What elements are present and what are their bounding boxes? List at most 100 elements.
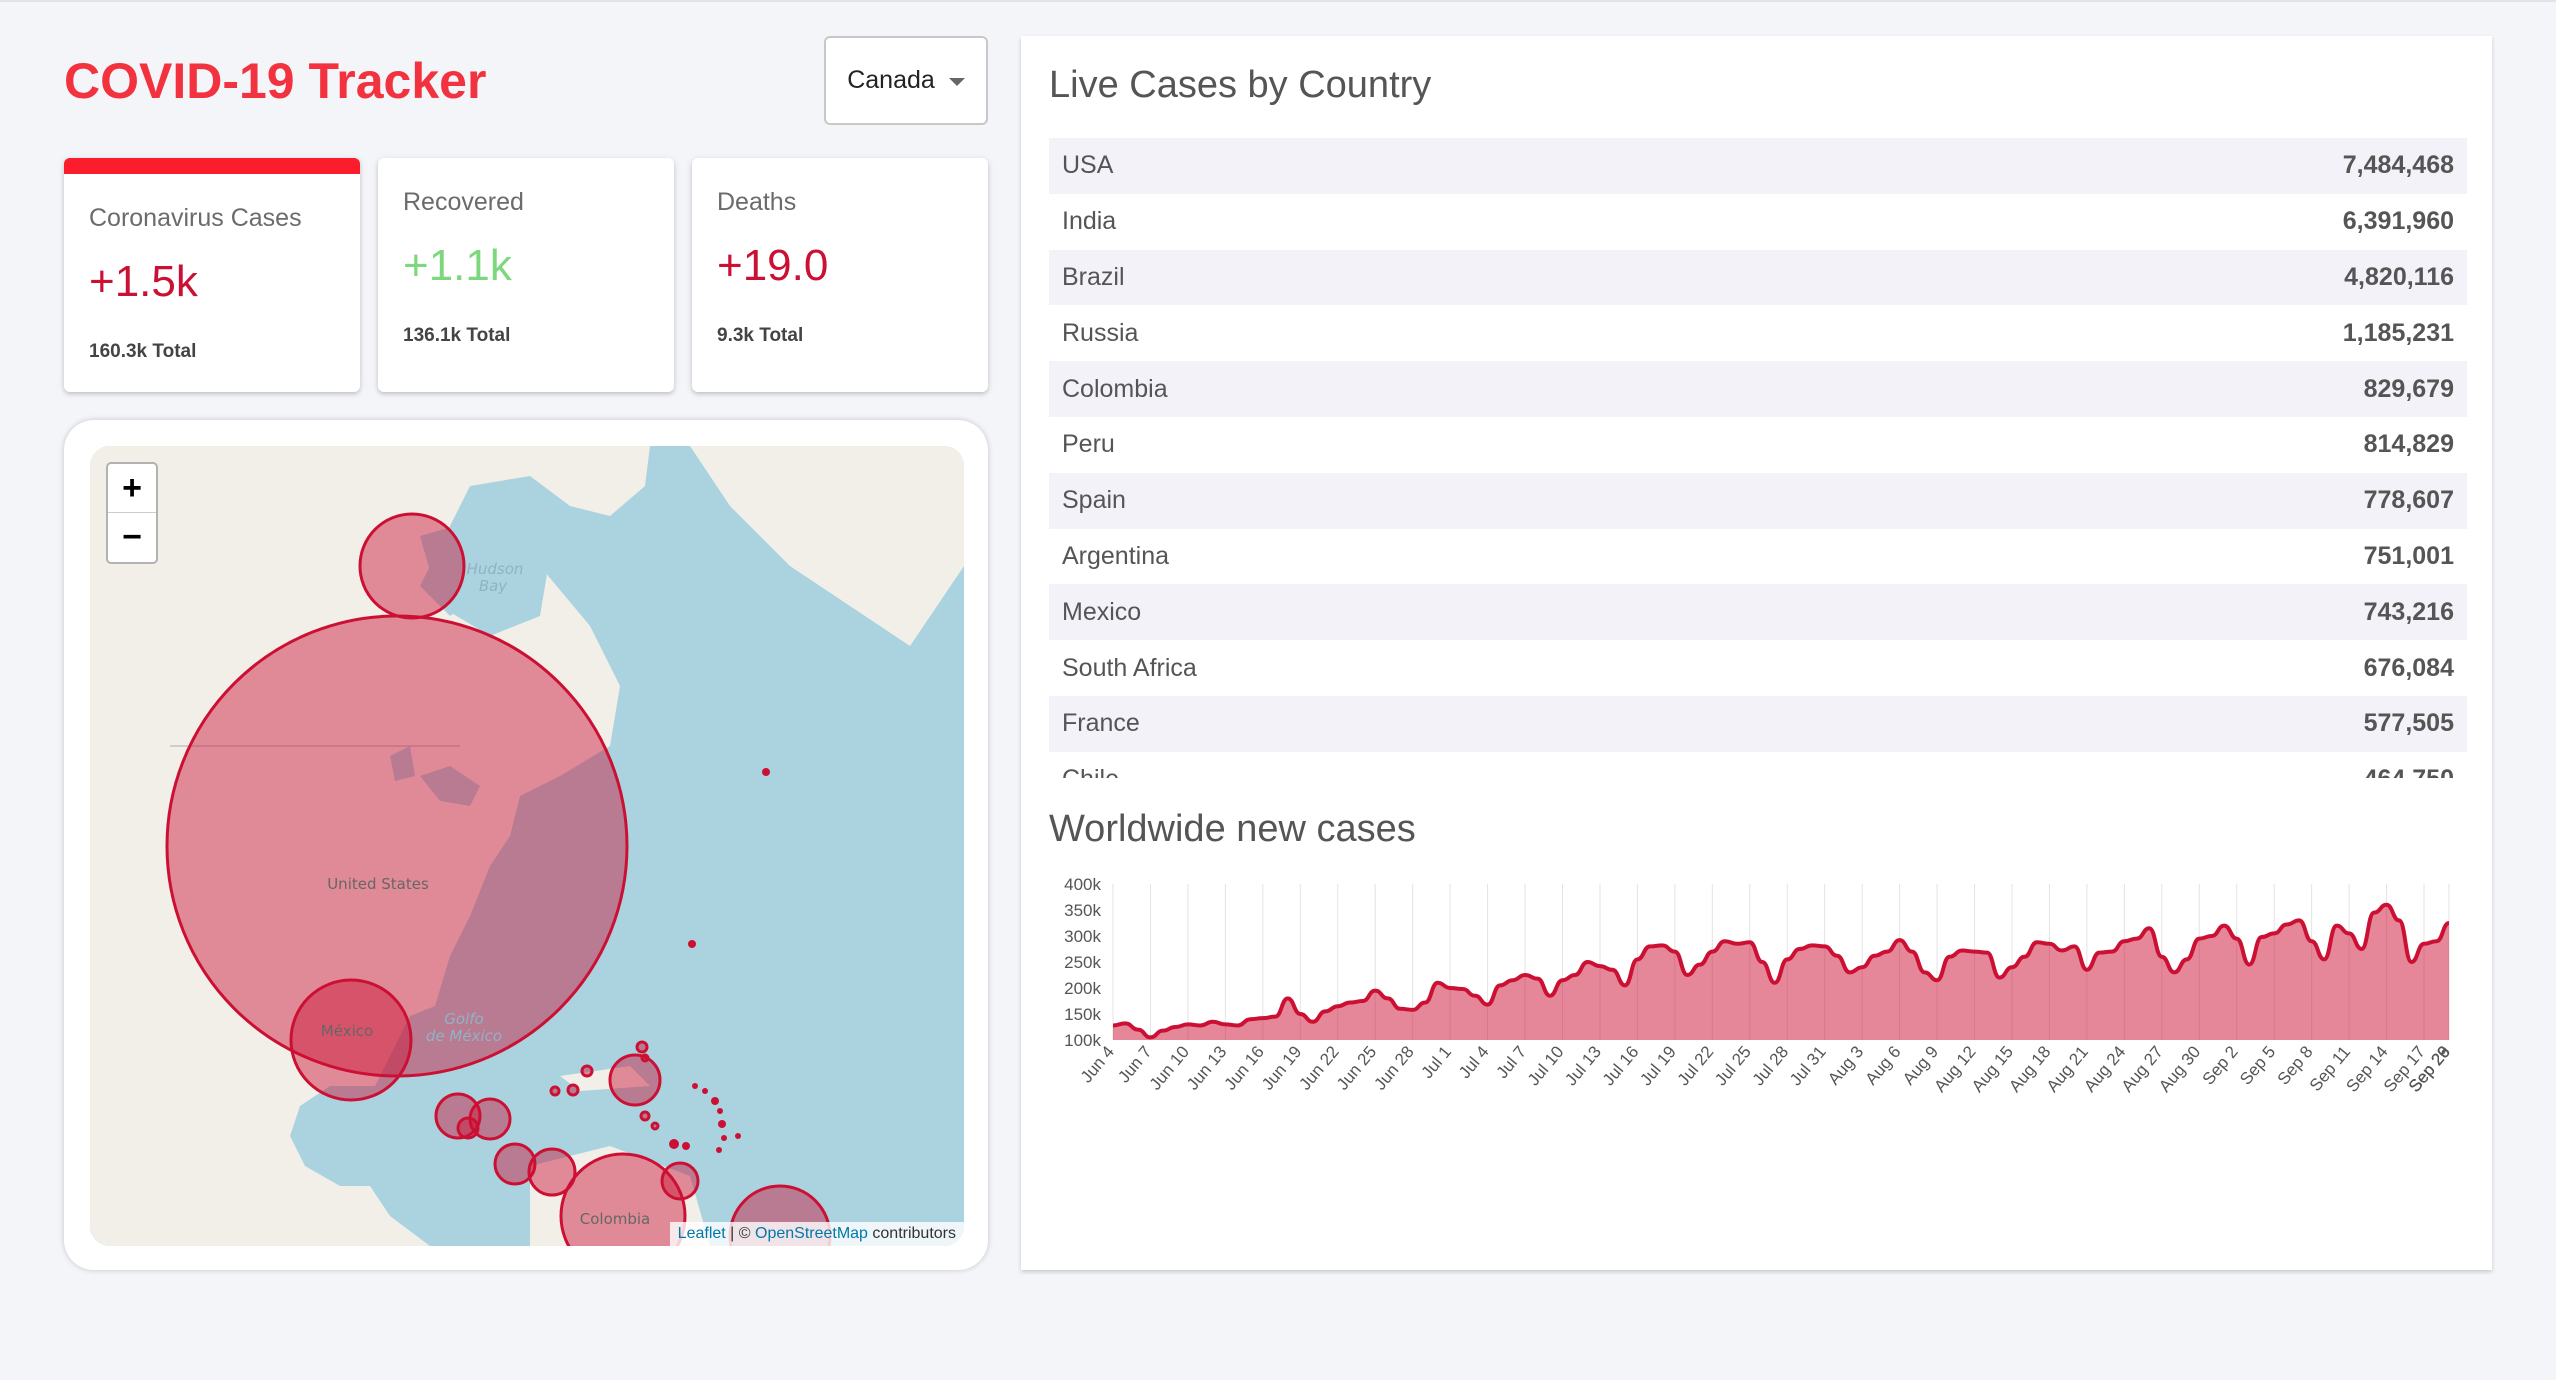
row-cases: 7,484,468 <box>2342 151 2454 180</box>
zoom-in-button[interactable]: + <box>108 464 156 513</box>
new-cases-chart: 100k 150k 200k 250k 300k 350k 400k Jun 4 Jun 7 Ju… <box>1049 866 2469 1126</box>
chevron-down-icon <box>948 77 965 86</box>
row-cases: 4,820,116 <box>2344 262 2454 291</box>
row-country: Russia <box>1062 318 1139 347</box>
table-title: Live Cases by Country <box>1049 64 1432 106</box>
deaths-title: Deaths <box>717 188 797 216</box>
label-united-states: United States <box>327 875 429 893</box>
case-circle-small-3 <box>549 1085 561 1097</box>
country-dropdown-value: Canada <box>847 66 935 94</box>
x-tick-label: Jul 13 <box>1561 1042 1605 1089</box>
map-canvas[interactable]: United States México Golfo de México Hud… <box>90 446 964 1246</box>
table-row: Russia 1,185,231 <box>1049 305 2467 361</box>
row-cases: 577,505 <box>2363 709 2454 738</box>
x-tick-label: Jun 22 <box>1295 1042 1342 1093</box>
x-tick-label: Jul 28 <box>1749 1042 1793 1089</box>
cases-total: 160.3k Total <box>89 341 197 362</box>
map-card: United States México Golfo de México Hud… <box>64 420 988 1270</box>
x-tick-label: Jul 31 <box>1786 1042 1830 1089</box>
table-row: South Africa 676,084 <box>1049 640 2467 696</box>
case-circle-elsalvador <box>456 1116 480 1140</box>
x-tick-label: Sep 2 <box>2199 1042 2242 1088</box>
row-cases: 464,750 <box>2364 765 2454 778</box>
case-circle-small-2 <box>566 1083 580 1097</box>
label-hudson-1: Hudson <box>467 560 524 578</box>
app-title: COVID-19 Tracker <box>64 53 487 109</box>
recovered-total: 136.1k Total <box>403 325 511 346</box>
recovered-card[interactable]: Recovered +1.1k 136.1k Total <box>378 158 674 392</box>
table-row: Mexico 743,216 <box>1049 584 2467 641</box>
x-tick-label: Jul 19 <box>1636 1042 1680 1089</box>
row-country: USA <box>1062 151 1114 180</box>
y-tick-label: 200k <box>1064 979 1101 998</box>
zoom-control: + − <box>106 462 158 564</box>
chart-title: Worldwide new cases <box>1049 808 1416 850</box>
x-tick-label: Jul 22 <box>1674 1042 1718 1089</box>
case-circle-small-4 <box>635 1040 649 1054</box>
case-circle-small-1 <box>580 1064 594 1078</box>
table-row: India 6,391,960 <box>1049 194 2467 250</box>
row-country: Brazil <box>1062 262 1125 291</box>
row-cases: 829,679 <box>2363 374 2454 403</box>
y-tick-label: 150k <box>1064 1005 1101 1024</box>
case-circle-venezuela <box>660 1161 700 1201</box>
deaths-total: 9.3k Total <box>717 325 804 346</box>
table-row: Argentina 751,001 <box>1049 529 2467 585</box>
table-row: Colombia 829,679 <box>1049 361 2467 417</box>
x-tick-label: Jun 13 <box>1183 1042 1230 1093</box>
x-tick-label: Aug 3 <box>1824 1042 1867 1088</box>
case-circle-mexico <box>289 978 413 1102</box>
deaths-value: +19.0 <box>717 241 829 290</box>
x-tick-label: Aug 6 <box>1862 1042 1905 1088</box>
osm-link[interactable]: OpenStreetMap <box>755 1225 868 1242</box>
table-row: Peru 814,829 <box>1049 417 2467 473</box>
row-cases: 6,391,960 <box>2342 207 2454 236</box>
x-tick-label: Jun 16 <box>1221 1042 1268 1093</box>
cases-map[interactable]: United States México Golfo de México Hud… <box>90 446 964 1246</box>
label-gulf-2: de México <box>426 1027 502 1045</box>
cases-title: Coronavirus Cases <box>89 204 302 232</box>
table-row: France 577,505 <box>1049 695 2467 752</box>
country-dropdown[interactable]: Canada <box>824 36 988 125</box>
x-tick-label: Jul 4 <box>1455 1042 1493 1082</box>
row-cases: 814,829 <box>2363 430 2454 459</box>
x-tick-label: Jul 1 <box>1418 1042 1456 1082</box>
attribution-sep: | © <box>725 1225 755 1242</box>
y-tick-label: 350k <box>1064 901 1101 920</box>
row-country: Mexico <box>1062 597 1142 626</box>
case-dots <box>669 768 770 1153</box>
x-tick-label: Jul 25 <box>1711 1042 1755 1089</box>
table-row: Spain 778,607 <box>1049 472 2467 529</box>
row-cases: 676,084 <box>2363 653 2454 682</box>
zoom-out-button[interactable]: − <box>108 513 156 562</box>
chart-svg: 100k150k200k250k300k350k400kJun 4Jun 7Ju… <box>1064 875 2454 1096</box>
label-mexico: México <box>321 1022 373 1040</box>
row-cases: 751,001 <box>2363 541 2454 570</box>
recovered-title: Recovered <box>403 188 524 216</box>
label-colombia: Colombia <box>580 1210 651 1228</box>
cases-card[interactable]: Coronavirus Cases +1.5k 160.3k Total <box>64 158 360 392</box>
label-hudson-2: Bay <box>479 577 508 595</box>
recovered-value: +1.1k <box>403 241 512 290</box>
y-tick-label: 300k <box>1064 927 1101 946</box>
row-country: South Africa <box>1062 653 1197 682</box>
map-attribution: Leaflet | © OpenStreetMap contributors <box>669 1222 964 1246</box>
case-circle-small-5 <box>640 1053 650 1063</box>
y-tick-label: 400k <box>1064 875 1101 894</box>
case-circle-canada <box>358 512 466 620</box>
x-tick-label: Jun 10 <box>1146 1042 1193 1093</box>
x-tick-label: Jul 10 <box>1524 1042 1568 1089</box>
row-country: Peru <box>1062 430 1115 459</box>
row-country: Chile <box>1062 765 1119 778</box>
right-panel: Live Cases by Country USA 7,484,468 India… <box>1021 36 2492 1270</box>
row-country: France <box>1062 709 1140 738</box>
row-cases: 1,185,231 <box>2342 318 2454 347</box>
case-circle-caribbean <box>608 1053 662 1107</box>
deaths-card[interactable]: Deaths +19.0 9.3k Total <box>692 158 988 392</box>
table-row: Chile 464,750 <box>1049 752 2467 778</box>
cases-table[interactable]: USA 7,484,468 India 6,391,960 Brazil 4,820,… <box>1049 138 2467 778</box>
baffin-land <box>690 446 964 646</box>
x-tick-label: Sep 5 <box>2236 1042 2279 1088</box>
x-tick-label: Jul 16 <box>1599 1042 1643 1089</box>
leaflet-link[interactable]: Leaflet <box>678 1225 726 1242</box>
